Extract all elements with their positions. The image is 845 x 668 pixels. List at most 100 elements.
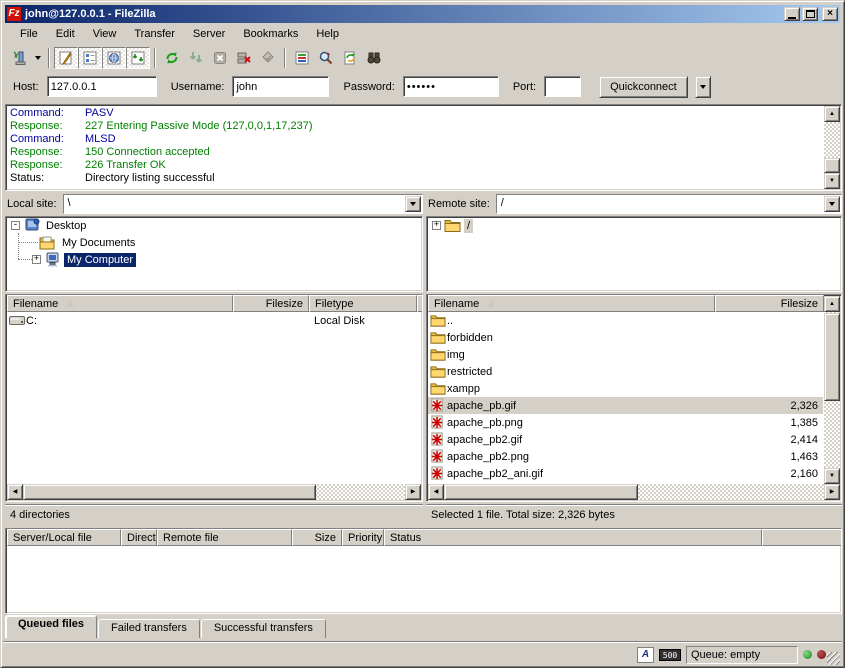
username-input[interactable]	[232, 76, 329, 97]
remote-file-row[interactable]: restricted	[428, 363, 823, 380]
queue-column-server-local-file[interactable]: Server/Local file	[7, 529, 121, 546]
local-site-combobox[interactable]: \	[63, 194, 423, 214]
remote-file-size: 2,160	[790, 468, 818, 480]
refresh-button[interactable]	[160, 47, 184, 69]
remote-file-row[interactable]: img	[428, 346, 823, 363]
cancel-operation-button[interactable]	[208, 47, 232, 69]
quickconnect-button[interactable]: Quickconnect	[599, 76, 688, 98]
local-file-row[interactable]: C: Local Disk	[7, 312, 421, 329]
remote-file-row[interactable]: apache_pb2_ani.gif 2,160	[428, 465, 823, 482]
tree-item-my-computer[interactable]: + My Computer	[6, 251, 422, 268]
receive-activity-led-icon	[803, 650, 812, 659]
host-input[interactable]	[47, 76, 157, 97]
remote-file-row[interactable]: forbidden	[428, 329, 823, 346]
remote-file-row[interactable]: apache_pb2.png 1,463	[428, 448, 823, 465]
menu-bookmarks[interactable]: Bookmarks	[234, 25, 307, 43]
combo-dropdown-button[interactable]	[405, 196, 421, 212]
scroll-down-icon[interactable]: ▼	[824, 173, 840, 189]
quickconnect-dropdown-button[interactable]	[695, 76, 711, 98]
remote-file-name: apache_pb.gif	[447, 400, 516, 412]
remote-column-filename[interactable]: Filename	[428, 295, 715, 312]
menu-edit[interactable]: Edit	[47, 25, 84, 43]
menu-server[interactable]: Server	[184, 25, 234, 43]
scroll-left-icon[interactable]: ◀	[7, 484, 23, 500]
tab-failed-transfers[interactable]: Failed transfers	[98, 619, 200, 638]
remote-file-list: Filename Filesize .. forbidden img restr…	[426, 294, 842, 502]
local-scrollbar-thumb[interactable]	[23, 484, 316, 500]
minimize-button[interactable]	[784, 7, 800, 21]
titlebar[interactable]: Fz john@127.0.0.1 - FileZilla ×	[5, 5, 840, 23]
tab-queued-files[interactable]: Queued files	[5, 615, 97, 638]
remote-file-row[interactable]: xampp	[428, 380, 823, 397]
ascii-data-type-icon[interactable]: A	[637, 647, 654, 663]
scroll-left-icon[interactable]: ◀	[428, 484, 444, 500]
disconnect-button[interactable]	[232, 47, 256, 69]
local-horizontal-scrollbar[interactable]: ◀ ▶	[7, 484, 421, 500]
scroll-down-icon[interactable]: ▼	[824, 468, 840, 484]
expand-icon[interactable]: +	[432, 221, 441, 230]
resize-grip[interactable]	[827, 652, 840, 665]
site-manager-button[interactable]	[7, 47, 31, 69]
menu-file[interactable]: File	[11, 25, 47, 43]
local-directory-tree: - Desktop My Documents +	[5, 216, 423, 292]
tree-item-desktop[interactable]: - Desktop	[6, 217, 422, 234]
local-file-list: Filename Filesize Filetype L C: Local Di…	[5, 294, 423, 502]
log-scrollbar-thumb[interactable]	[824, 158, 840, 173]
synchronized-browsing-button[interactable]	[338, 47, 362, 69]
tab-successful-transfers[interactable]: Successful transfers	[201, 619, 326, 638]
queue-column-direction[interactable]: Directi...	[121, 529, 157, 546]
remote-vertical-scrollbar[interactable]: ▲ ▼	[824, 296, 840, 484]
remote-site-combobox[interactable]: /	[496, 194, 842, 214]
local-column-filetype[interactable]: Filetype	[309, 295, 417, 312]
tree-item-label: Desktop	[43, 219, 89, 233]
queue-column-status[interactable]: Status	[384, 529, 762, 546]
process-queue-button[interactable]	[184, 47, 208, 69]
remote-site-row: Remote site: /	[426, 194, 842, 214]
filter-button[interactable]	[362, 47, 386, 69]
remote-column-filesize[interactable]: Filesize	[715, 295, 824, 312]
remote-file-row[interactable]: ..	[428, 312, 823, 329]
remote-vscrollbar-thumb[interactable]	[824, 313, 840, 401]
menu-view[interactable]: View	[84, 25, 126, 43]
tree-item-my-documents[interactable]: My Documents	[6, 234, 422, 251]
remote-horizontal-scrollbar[interactable]: ◀ ▶	[428, 484, 840, 500]
speed-limit-icon[interactable]: 500	[659, 649, 681, 661]
queue-column-remote-file[interactable]: Remote file	[157, 529, 292, 546]
reconnect-button[interactable]	[256, 47, 280, 69]
tree-item-root[interactable]: + /	[427, 217, 841, 234]
tree-item-label: My Documents	[59, 236, 138, 250]
remote-file-row[interactable]: apache_pb2.gif 2,414	[428, 431, 823, 448]
queue-column-priority[interactable]: Priority	[342, 529, 384, 546]
local-file-name: C:	[26, 315, 37, 327]
password-input[interactable]	[403, 76, 499, 97]
toggle-message-log-button[interactable]	[54, 47, 78, 69]
port-input[interactable]	[544, 76, 581, 97]
dropdown-arrow-icon	[35, 56, 41, 60]
remote-file-name: apache_pb2.png	[447, 451, 529, 463]
expand-icon[interactable]: +	[32, 255, 41, 264]
combo-dropdown-button[interactable]	[824, 196, 840, 212]
toggle-queue-button[interactable]	[126, 47, 150, 69]
close-button[interactable]: ×	[822, 7, 838, 21]
directory-comparison-button[interactable]	[290, 47, 314, 69]
menu-transfer[interactable]: Transfer	[125, 25, 184, 43]
scroll-right-icon[interactable]: ▶	[824, 484, 840, 500]
remote-file-row-selected[interactable]: apache_pb.gif 2,326	[428, 397, 823, 414]
local-column-filesize[interactable]: Filesize	[233, 295, 309, 312]
menu-help[interactable]: Help	[307, 25, 348, 43]
queue-column-size[interactable]: Size	[292, 529, 342, 546]
toggle-remote-tree-button[interactable]	[102, 47, 126, 69]
collapse-icon[interactable]: -	[11, 221, 20, 230]
scroll-right-icon[interactable]: ▶	[405, 484, 421, 500]
scroll-up-icon[interactable]: ▲	[824, 296, 840, 312]
local-column-filename[interactable]: Filename	[7, 295, 233, 312]
find-files-button[interactable]	[314, 47, 338, 69]
local-column-last-modified[interactable]: L	[417, 295, 423, 312]
maximize-button[interactable]	[802, 7, 818, 21]
scroll-up-icon[interactable]: ▲	[824, 106, 840, 122]
remote-scrollbar-thumb[interactable]	[444, 484, 638, 500]
log-scrollbar[interactable]: ▲ ▼	[824, 106, 840, 189]
toggle-local-tree-button[interactable]	[78, 47, 102, 69]
remote-file-row[interactable]: apache_pb.png 1,385	[428, 414, 823, 431]
site-manager-dropdown-button[interactable]	[31, 47, 44, 69]
